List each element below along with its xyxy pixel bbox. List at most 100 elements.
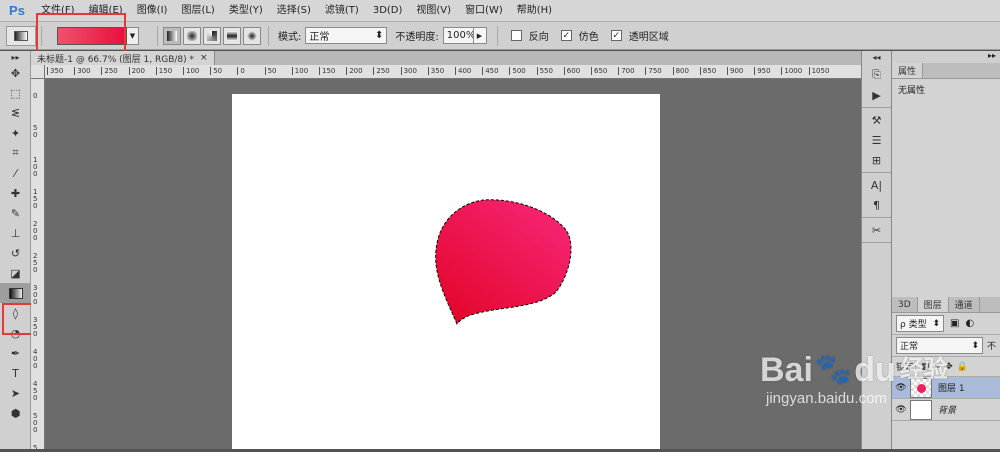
tab-properties[interactable]: 属性	[892, 63, 924, 78]
menu-3d[interactable]: 3D(D)	[366, 0, 410, 22]
horizontal-ruler[interactable]: 350 300 250 200 150 100 50 0 50 100 150 200 250 300 35…	[45, 65, 861, 79]
properties-panel: 无属性	[892, 79, 1000, 297]
tools-options-icon[interactable]: ✂	[862, 220, 891, 240]
chevron-updown-icon: ⬍	[374, 30, 384, 41]
lasso-tool-icon[interactable]: ᓬ	[0, 103, 31, 123]
ruler-tick-label: 550	[33, 444, 38, 450]
lock-label: 锁定:	[896, 363, 918, 373]
move-tool-icon[interactable]: ✥	[0, 63, 31, 83]
dodge-tool-icon[interactable]: ◔	[0, 323, 31, 343]
brush-tool-icon[interactable]: ✎	[0, 203, 31, 223]
type-tool-icon[interactable]: T	[0, 363, 31, 383]
petal-shape[interactable]	[435, 199, 571, 324]
menu-file[interactable]: 文件(F)	[34, 0, 82, 22]
magic-wand-tool-icon[interactable]: ✦	[0, 123, 31, 143]
opacity-dropdown[interactable]: ▶	[472, 27, 487, 44]
transparency-label: 透明区域	[628, 32, 669, 43]
menu-image[interactable]: 图像(I)	[130, 0, 175, 22]
clone-stamp-tool-icon[interactable]: ⊥	[0, 223, 31, 243]
gradient-editor-swatch[interactable]	[57, 26, 127, 45]
linear-gradient-button[interactable]	[163, 26, 181, 45]
menu-type[interactable]: 类型(Y)	[222, 0, 270, 22]
eyedropper-tool-icon[interactable]: ⁄	[0, 163, 31, 183]
ruler-tick-label: 650	[591, 67, 607, 75]
layer-filter-select[interactable]: ρ 类型 ⬍	[896, 315, 944, 332]
menu-help[interactable]: 帮助(H)	[510, 0, 559, 22]
menu-view[interactable]: 视图(V)	[409, 0, 458, 22]
ruler-origin[interactable]	[31, 65, 45, 79]
blur-tool-icon[interactable]: ◊	[0, 303, 31, 323]
diamond-gradient-button[interactable]	[243, 26, 261, 45]
gradient-tool-icon[interactable]	[0, 283, 31, 303]
lock-paint-icon[interactable]: ✎	[934, 362, 942, 372]
close-icon[interactable]: ×	[200, 53, 208, 63]
character-panel-icon[interactable]: A|	[862, 175, 891, 195]
lock-position-icon[interactable]: ✥	[945, 362, 953, 372]
blend-mode-value: 正常	[900, 342, 919, 352]
blend-mode-select[interactable]: 正常 ⬍	[896, 337, 983, 354]
adjustment-filter-icon[interactable]: ◐	[965, 318, 974, 329]
vertical-ruler[interactable]: 0 50 100 150 200 250 300 350 400 450 500 550	[31, 79, 45, 449]
document-tab-title: 未标题-1 @ 66.7% (图层 1, RGB/8) *	[37, 54, 194, 65]
reflected-gradient-button[interactable]	[223, 26, 241, 45]
collapse-arrows-icon[interactable]: ▸▸	[0, 51, 31, 63]
layer-row-layer1[interactable]: 👁 图层 1	[892, 377, 1000, 399]
lock-pixels-icon[interactable]: ▦	[921, 362, 930, 372]
tab-layers[interactable]: 图层	[917, 297, 949, 312]
menu-edit[interactable]: 编辑(E)	[82, 0, 130, 22]
lock-all-icon[interactable]: 🔒	[957, 362, 968, 372]
chevron-updown-icon: ⬍	[932, 318, 940, 329]
menu-filter[interactable]: 滤镜(T)	[318, 0, 366, 22]
eye-icon[interactable]: 👁	[892, 405, 910, 415]
document-tab[interactable]: 未标题-1 @ 66.7% (图层 1, RGB/8) * ×	[31, 51, 215, 65]
pen-tool-icon[interactable]: ✒	[0, 343, 31, 363]
collapse-arrows-icon[interactable]: ▸▸	[892, 51, 1000, 63]
ruler-tick-label: 50	[264, 67, 277, 75]
tool-preset-picker[interactable]	[6, 25, 36, 46]
opacity-input[interactable]: 100%	[442, 27, 475, 44]
angle-gradient-button[interactable]	[203, 26, 221, 45]
menu-select[interactable]: 选择(S)	[270, 0, 318, 22]
tab-3d[interactable]: 3D	[892, 297, 918, 312]
chevron-updown-icon: ⬍	[971, 340, 979, 351]
ruler-tick-label: 450	[482, 67, 499, 75]
menu-layer[interactable]: 图层(L)	[174, 0, 221, 22]
layer-filter-value: ρ 类型	[900, 320, 927, 330]
mode-select[interactable]: 正常 ⬍	[305, 27, 388, 44]
ruler-tick-label: 100	[291, 67, 308, 75]
eye-icon[interactable]: 👁	[892, 383, 910, 393]
image-filter-icon[interactable]: ▣	[950, 318, 959, 329]
history-brush-tool-icon[interactable]: ↺	[0, 243, 31, 263]
layers-tabbar: 3D 图层 通道	[892, 297, 1000, 313]
radial-gradient-button[interactable]	[183, 26, 201, 45]
reverse-checkbox[interactable]	[510, 30, 522, 41]
crop-tool-icon[interactable]: ⌗	[0, 143, 31, 163]
gradient-picker-dropdown[interactable]: ▼	[127, 26, 139, 45]
dither-checkbox[interactable]: ✓	[560, 30, 572, 41]
petal-thumbnail-shape	[917, 383, 926, 393]
ruler-tick-label: 100	[33, 156, 38, 178]
ruler-tick-label: 950	[754, 67, 771, 75]
canvas-workspace[interactable]	[45, 79, 861, 449]
ruler-tick-label: 400	[33, 348, 38, 370]
ruler-tick-label: 1050	[808, 67, 829, 75]
tools-panel: ▸▸ ✥ ⬚ ᓬ ✦ ⌗ ⁄ ✚ ✎ ⊥ ↺ ◪ ◊ ◔ ✒ T ➤ ⬢	[0, 51, 31, 449]
tab-channels[interactable]: 通道	[949, 297, 980, 312]
eraser-tool-icon[interactable]: ◪	[0, 263, 31, 283]
history-panel-icon[interactable]: ⎘	[862, 65, 891, 85]
path-selection-tool-icon[interactable]: ➤	[0, 383, 31, 403]
adjustments-icon[interactable]: ☰	[862, 130, 891, 150]
brush-presets-icon[interactable]: ⊞	[862, 150, 891, 170]
menu-window[interactable]: 窗口(W)	[458, 0, 510, 22]
marquee-tool-icon[interactable]: ⬚	[0, 83, 31, 103]
ruler-tick-label: 200	[33, 220, 38, 242]
document-canvas[interactable]	[232, 94, 660, 449]
healing-brush-tool-icon[interactable]: ✚	[0, 183, 31, 203]
layer-row-background[interactable]: 👁 背景	[892, 399, 1000, 421]
tool-presets-icon[interactable]: ⚒	[862, 110, 891, 130]
collapse-arrows-icon[interactable]: ◂◂	[862, 51, 891, 63]
actions-panel-icon[interactable]: ▶	[862, 85, 891, 105]
transparency-checkbox[interactable]: ✓	[610, 30, 622, 41]
shape-tool-icon[interactable]: ⬢	[0, 403, 31, 423]
paragraph-panel-icon[interactable]: ¶	[862, 195, 891, 215]
